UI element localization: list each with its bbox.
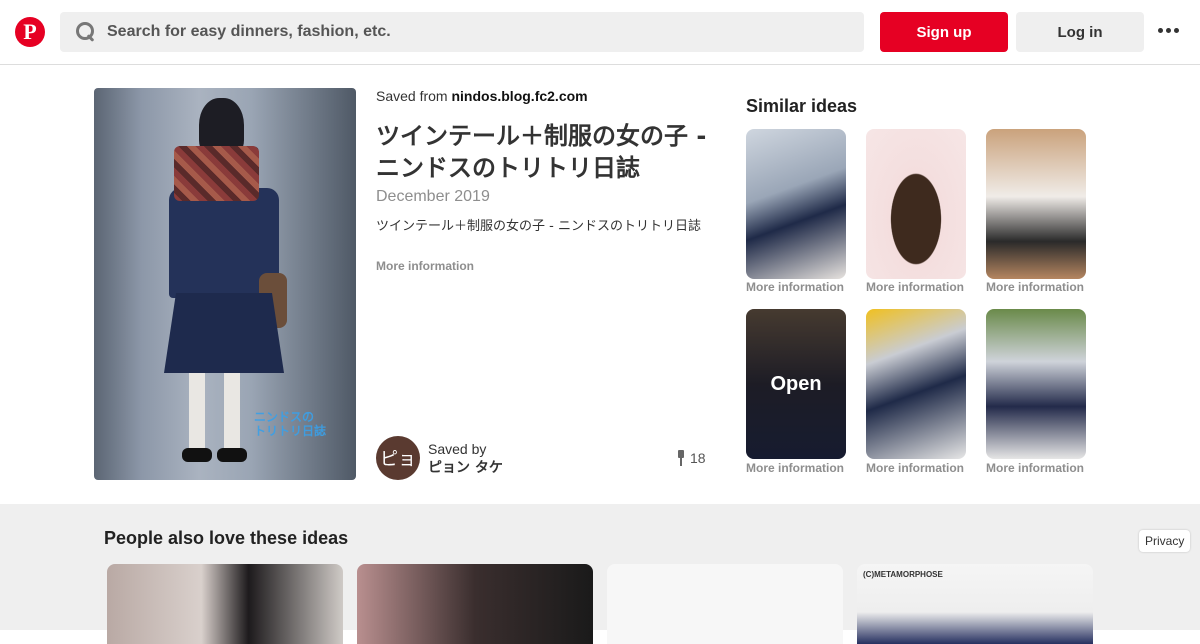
related-card-4[interactable]: (C)METAMORPHOSE [857, 564, 1093, 644]
similar-thumb-6-label[interactable]: More information [986, 461, 1084, 475]
similar-thumb-3-label[interactable]: More information [986, 280, 1084, 294]
similar-thumb-3[interactable] [986, 129, 1086, 279]
similar-thumb-2-label[interactable]: More information [866, 280, 964, 294]
saved-by-name[interactable]: ピョン タケ [428, 457, 503, 477]
pin-icon [676, 450, 686, 466]
similar-thumb-4[interactable]: Open [746, 309, 846, 459]
pin-title: ツインテール＋制服の女の子 - ニンドスのトリトリ日誌 [376, 122, 707, 182]
repin-count-value: 18 [690, 450, 706, 466]
related-card-1[interactable] [107, 564, 343, 644]
login-button[interactable]: Log in [1016, 12, 1144, 52]
similar-thumb-1-label[interactable]: More information [746, 280, 844, 294]
similar-thumb-1[interactable] [746, 129, 846, 279]
saved-by-label: Saved by [428, 441, 487, 457]
related-card-4-caption: (C)METAMORPHOSE [863, 570, 943, 579]
similar-thumb-5[interactable] [866, 309, 966, 459]
pin-image[interactable]: ニンドスの トリトリ日誌 [94, 88, 356, 480]
similar-thumb-6[interactable] [986, 309, 1086, 459]
pin-date: December 2019 [376, 188, 490, 205]
saved-from: Saved from nindos.blog.fc2.com [376, 88, 588, 104]
saved-from-link[interactable]: nindos.blog.fc2.com [451, 88, 587, 104]
similar-thumb-4-label[interactable]: More information [746, 461, 844, 475]
related-card-3[interactable] [607, 564, 843, 644]
avatar[interactable]: ピョ [376, 436, 420, 480]
privacy-button[interactable]: Privacy [1139, 530, 1191, 552]
similar-ideas-title: Similar ideas [746, 96, 858, 116]
pin-description: ツインテール＋制服の女の子 - ニンドスのトリトリ日誌 [376, 219, 701, 234]
search-input[interactable] [107, 23, 807, 41]
more-options-icon[interactable] [1158, 28, 1179, 33]
pin-more-information-link[interactable]: More information [376, 259, 474, 273]
saved-from-prefix: Saved from [376, 88, 448, 104]
signup-button[interactable]: Sign up [880, 12, 1008, 52]
search-bar[interactable] [60, 12, 864, 52]
saved-by: Saved by ピョン タケ [428, 441, 503, 477]
similar-thumb-2[interactable] [866, 129, 966, 279]
search-icon [76, 22, 96, 42]
similar-thumb-5-label[interactable]: More information [866, 461, 964, 475]
related-card-2[interactable] [357, 564, 593, 644]
repin-count: 18 [676, 450, 706, 466]
top-header: P Sign up Log in [0, 0, 1200, 65]
people-also-love-section: People also love these ideas Privacy (C)… [0, 504, 1200, 644]
open-button[interactable]: Open [746, 309, 846, 459]
pinterest-logo[interactable]: P [15, 17, 45, 47]
image-watermark: ニンドスの トリトリ日誌 [254, 410, 327, 438]
people-also-love-title: People also love these ideas [104, 528, 349, 548]
